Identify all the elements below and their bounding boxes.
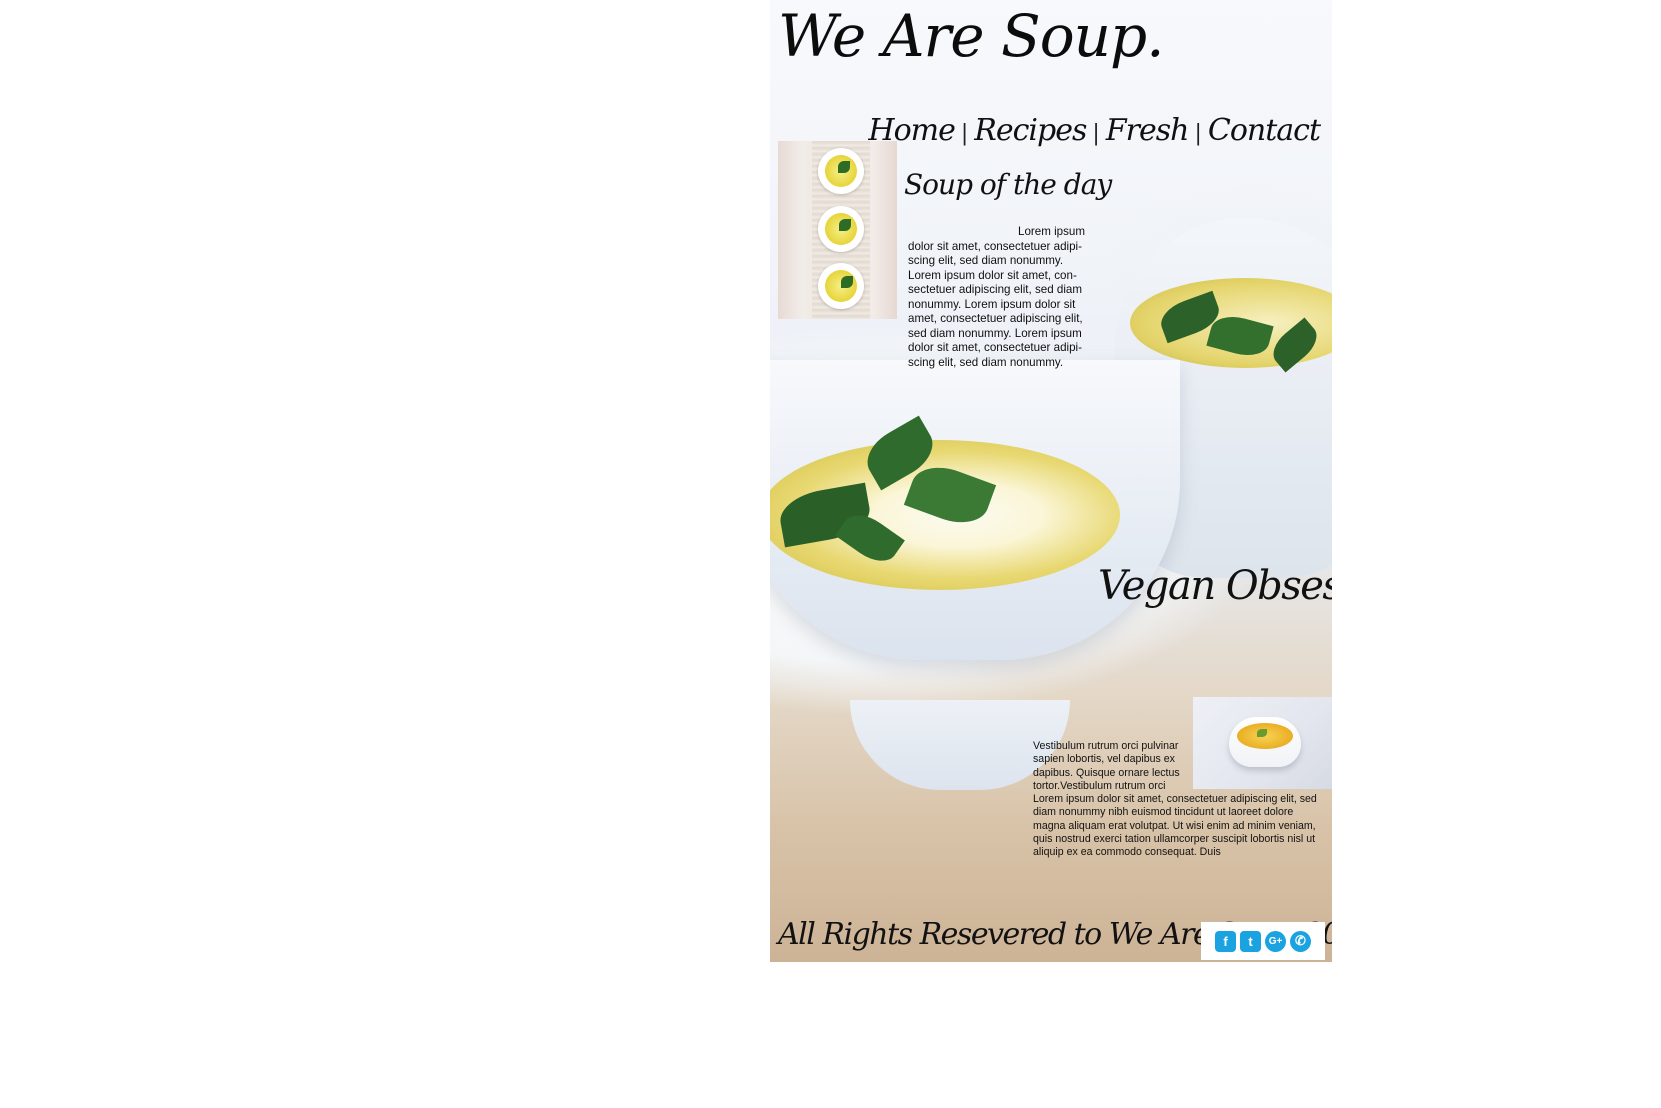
whatsapp-icon[interactable]: ✆ — [1290, 930, 1311, 952]
parsley-leaf — [838, 161, 850, 173]
vegan-obsessed-title: Vegan Obsessed — [1098, 563, 1332, 609]
social-bar: f t G+ ✆ — [1201, 922, 1325, 960]
nav-separator: | — [1194, 121, 1202, 146]
site-title[interactable]: We Are Soup. — [778, 2, 1165, 70]
vegan-text-intro: Vestibulum rutrum orci pulvinar sapien l… — [1033, 740, 1180, 792]
soup-of-the-day-image — [778, 141, 897, 319]
nav-separator: | — [960, 121, 969, 146]
parsley-leaf — [841, 276, 853, 288]
parsley-leaf — [839, 219, 851, 231]
vegan-obsessed-text: Vestibulum rutrum orci pulvinar sapien l… — [1033, 740, 1325, 860]
nav-separator: | — [1092, 121, 1100, 146]
nav-link-recipes[interactable]: Recipes — [974, 113, 1087, 148]
main-navigation: Home | Recipes | Fresh | Contact — [868, 113, 1321, 148]
page-container: We Are Soup. Home | Recipes | Fresh | Co… — [770, 0, 1332, 962]
nav-link-fresh[interactable]: Fresh — [1106, 113, 1190, 148]
vegan-text-main: Lorem ipsum dolor sit amet, consectetuer… — [1033, 793, 1317, 859]
herb-garnish — [1257, 729, 1267, 737]
twitter-icon[interactable]: t — [1240, 930, 1261, 952]
soup-of-the-day-title: Soup of the day — [904, 168, 1112, 201]
facebook-icon[interactable]: f — [1215, 930, 1236, 952]
google-plus-icon[interactable]: G+ — [1265, 930, 1286, 952]
soup-of-the-day-text: Lorem ipsum dolor sit amet, consectetuer… — [908, 225, 1086, 369]
nav-link-contact[interactable]: Contact — [1208, 113, 1321, 148]
